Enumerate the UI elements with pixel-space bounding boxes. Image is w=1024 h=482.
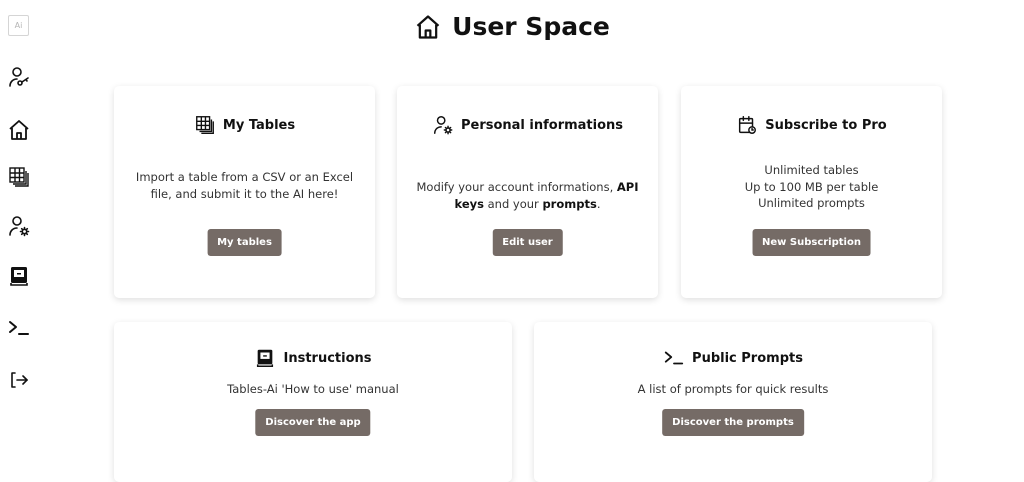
feature-line: Unlimited prompts [758,196,865,210]
card-personal-informations: Personal informations Modify your accoun… [397,86,658,298]
user-gear-icon[interactable] [7,214,31,238]
terminal-icon[interactable] [7,316,31,340]
sidebar: Ai [0,0,40,467]
user-gear-icon [433,116,453,135]
card-header: Personal informations [397,114,658,136]
home-icon[interactable] [7,118,31,142]
manual-icon [257,349,274,367]
tables-icon[interactable] [7,165,31,189]
card-header: My Tables [114,114,375,136]
card-title: Public Prompts [692,350,803,366]
card-description: Tables-Ai 'How to use' manual [227,382,399,396]
card-public-prompts: Public Prompts A list of prompts for qui… [534,322,932,482]
tables-icon [195,116,214,134]
terminal-icon [664,351,684,365]
card-header: Subscribe to Pro [681,114,942,136]
card-header: Instructions [114,347,512,369]
home-icon [416,14,440,39]
page-title: User Space [452,12,610,41]
card-title: My Tables [222,117,296,133]
card-title: Subscribe to Pro [765,117,887,133]
feature-line: Up to 100 MB per table [744,179,879,194]
manual-icon[interactable] [7,264,31,288]
card-header: Public Prompts [534,347,932,369]
card-instructions: Instructions Tables-Ai 'How to use' manu… [114,322,512,482]
new-subscription-button[interactable]: New Subscription [752,229,871,256]
card-my-tables: My Tables Import a table from a CSV or a… [114,86,375,298]
discover-app-button[interactable]: Discover the app [255,409,371,436]
subscription-calendar-icon [739,116,757,134]
card-description: A list of prompts for quick results [637,382,829,396]
edit-user-button[interactable]: Edit user [492,229,563,256]
card-title: Personal informations [460,117,624,133]
feature-line: Unlimited tables [764,163,859,177]
user-key-icon[interactable] [7,65,31,89]
card-feature-list: Unlimited tables Up to 100 MB per table … [691,162,932,212]
card-description: Modify your account informations, API ke… [416,180,639,211]
card-subscribe-pro: Subscribe to Pro Unlimited tables Up to … [681,86,942,298]
discover-prompts-button[interactable]: Discover the prompts [662,409,804,436]
logout-icon[interactable] [7,368,31,392]
my-tables-button[interactable]: My tables [207,229,282,256]
prompts-emphasis: prompts [542,196,597,211]
card-title: Instructions [283,350,372,366]
card-description: Import a table from a CSV or an Excel fi… [135,170,354,201]
page-header: User Space [0,12,1024,41]
